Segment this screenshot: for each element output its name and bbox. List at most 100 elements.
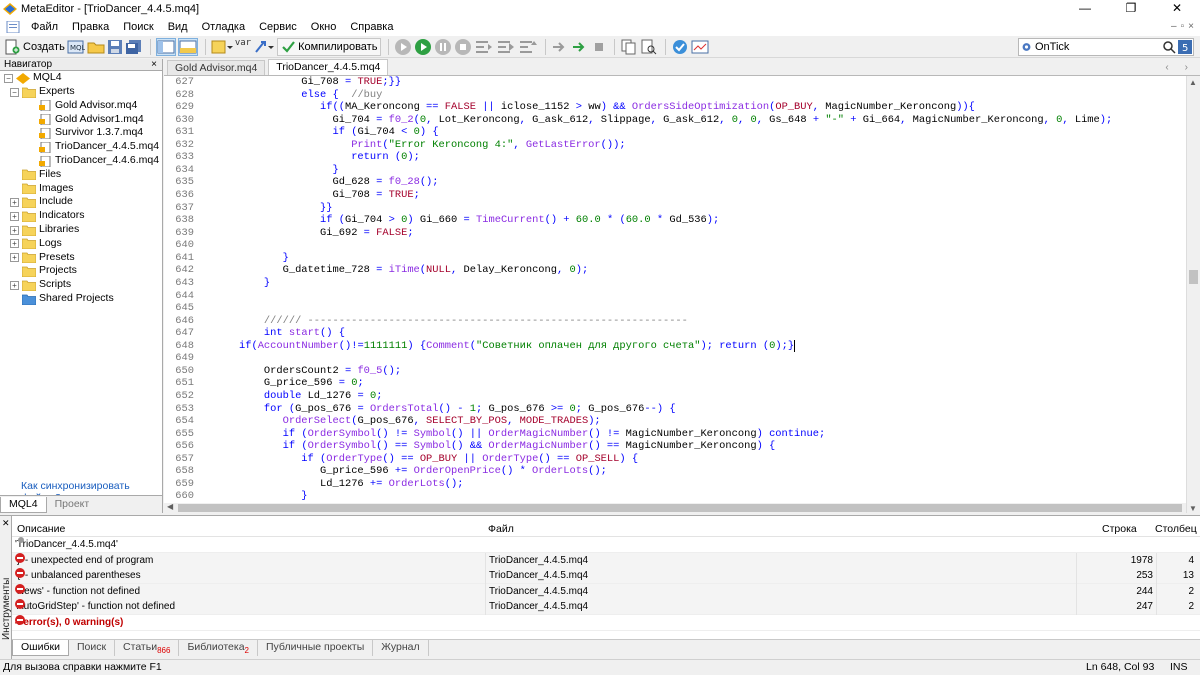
pause-button[interactable] — [434, 38, 452, 56]
code-line[interactable]: 630 Gi_704 = f0_2(0, Lot_Keroncong, G_as… — [164, 114, 1186, 127]
tab-mql4[interactable]: MQL4 — [0, 497, 47, 513]
expand-icon[interactable]: + — [10, 211, 19, 221]
code-line[interactable]: 627 Gi_708 = TRUE;}} — [164, 76, 1186, 89]
tree-folder-experts[interactable]: − Experts — [10, 85, 75, 99]
toolbox-toggle-button[interactable] — [177, 37, 198, 56]
code-line[interactable]: 628 else { //buy — [164, 89, 1186, 102]
toolbox-tab[interactable]: Статьи866 — [115, 640, 180, 656]
tree-file[interactable]: Gold Advisor1.mq4 — [38, 113, 144, 127]
tree-folder[interactable]: Shared Projects — [22, 292, 114, 306]
tree-file[interactable]: Survivor 1.3.7.mq4 — [38, 126, 143, 140]
expand-icon[interactable]: + — [10, 225, 19, 235]
code-line[interactable]: 656 if (OrderSymbol() == Symbol() && Ord… — [164, 440, 1186, 453]
run-history-button[interactable] — [551, 38, 569, 56]
code-line[interactable]: 635 Gd_628 = f0_28(); — [164, 176, 1186, 189]
toolbox-tab[interactable]: Поиск — [69, 640, 116, 656]
toolbox-tab[interactable]: Публичные проекты — [258, 640, 374, 656]
vertical-scrollbar[interactable]: ▲ ▼ — [1186, 76, 1200, 513]
menu-search[interactable]: Поиск — [116, 21, 160, 33]
col-line[interactable]: Строка — [1102, 521, 1137, 537]
menu-tools[interactable]: Сервис — [252, 21, 304, 33]
menu-window[interactable]: Окно — [304, 21, 344, 33]
code-line[interactable]: 658 G_price_596 += OrderOpenPrice() * Or… — [164, 465, 1186, 478]
styler-button[interactable] — [211, 38, 233, 56]
code-line[interactable]: 639 Gi_692 = FALSE; — [164, 227, 1186, 240]
compile-button[interactable]: Компилировать — [277, 37, 382, 56]
col-column[interactable]: Столбец — [1155, 521, 1197, 537]
error-row[interactable]: '}' - unexpected end of program TrioDance… — [12, 552, 1200, 569]
tree-folder[interactable]: Images — [22, 182, 73, 196]
var-button[interactable]: var — [235, 38, 251, 56]
run-real-button[interactable] — [571, 38, 589, 56]
code-line[interactable]: 653 for (G_pos_676 = OrdersTotal() - 1; … — [164, 403, 1186, 416]
save-button[interactable] — [107, 38, 123, 56]
code-line[interactable]: 631 if (Gi_704 < 0) { — [164, 126, 1186, 139]
menu-file[interactable]: Файл — [24, 21, 65, 33]
code-line[interactable]: 649 — [164, 352, 1186, 365]
tree-folder[interactable]: + Presets — [10, 251, 75, 265]
code-line[interactable]: 659 Ld_1276 += OrderLots(); — [164, 478, 1186, 491]
tabs-scroll-right-icon[interactable]: › — [1185, 62, 1188, 73]
code-line[interactable]: 648 if(AccountNumber()!=1111111) {Commen… — [164, 339, 1186, 353]
minimize-button[interactable]: — — [1062, 0, 1108, 17]
search-icon[interactable] — [1162, 40, 1176, 54]
tabs-scroll-left-icon[interactable]: ‹ — [1165, 62, 1168, 73]
gear-icon[interactable] — [1021, 40, 1032, 54]
menu-edit[interactable]: Правка — [65, 21, 116, 33]
collapse-icon[interactable]: − — [4, 73, 13, 83]
mdi-restore-icon[interactable]: ▫ — [1181, 21, 1185, 32]
scroll-up-icon[interactable]: ▲ — [1189, 78, 1197, 87]
stop-button[interactable] — [454, 38, 472, 56]
mdi-close-icon[interactable]: × — [1188, 21, 1194, 32]
maximize-button[interactable]: ❐ — [1108, 0, 1154, 17]
save-all-button[interactable] — [125, 38, 143, 56]
tree-folder[interactable]: Projects — [22, 264, 77, 278]
code-line[interactable]: 651 G_price_596 = 0; — [164, 377, 1186, 390]
start-debug-button[interactable] — [414, 38, 432, 56]
mql5-icon[interactable]: 5 — [1178, 39, 1192, 54]
col-description[interactable]: Описание — [17, 521, 65, 537]
code-line[interactable]: 641 } — [164, 252, 1186, 265]
stop-run-button[interactable] — [591, 38, 607, 56]
debug-step-button[interactable] — [394, 38, 412, 56]
step-out-button[interactable] — [518, 38, 538, 56]
code-line[interactable]: 646 ////// -----------------------------… — [164, 315, 1186, 328]
tab-gold-advisor[interactable]: Gold Advisor.mq4 — [167, 60, 266, 75]
code-line[interactable]: 650 OrdersCount2 = f0_5(); — [164, 365, 1186, 378]
menu-view[interactable]: Вид — [161, 21, 195, 33]
create-button[interactable]: Создать — [4, 38, 65, 56]
code-line[interactable]: 647 int start() { — [164, 327, 1186, 340]
menu-help[interactable]: Справка — [343, 21, 400, 33]
navigator-toggle-button[interactable] — [155, 37, 176, 56]
find-in-files-button[interactable] — [640, 38, 658, 56]
tree-folder[interactable]: + Include — [10, 195, 73, 209]
error-row[interactable]: 'AutoGridStep' - function not defined Tri… — [12, 599, 1200, 616]
tree-file[interactable]: Gold Advisor.mq4 — [38, 99, 137, 113]
expand-icon[interactable]: + — [10, 197, 19, 207]
open-button[interactable] — [87, 38, 105, 56]
tree-folder[interactable]: + Logs — [10, 237, 62, 251]
tree-file[interactable]: TrioDancer_4.4.5.mq4 — [38, 140, 159, 154]
toolbox-close-icon[interactable]: ✕ — [2, 518, 10, 529]
toolbox-tab[interactable]: Ошибки — [12, 640, 69, 656]
code-line[interactable]: 632 Print("Error Keroncong 4:", GetLastE… — [164, 139, 1186, 152]
code-line[interactable]: 655 if (OrderSymbol() != Symbol() || Ord… — [164, 428, 1186, 441]
expand-icon[interactable]: + — [10, 280, 19, 290]
collapse-icon[interactable]: − — [10, 87, 19, 97]
toolbox-tab[interactable]: Библиотека2 — [179, 640, 258, 656]
expand-icon[interactable]: + — [10, 253, 19, 263]
code-line[interactable]: 640 — [164, 239, 1186, 252]
summary-row[interactable]: 4 error(s), 0 warning(s) — [12, 615, 1200, 631]
tree-root-mql4[interactable]: − MQL4 — [4, 71, 62, 85]
mql5-storage-button[interactable] — [671, 38, 689, 56]
close-button[interactable]: ✕ — [1154, 0, 1200, 17]
tree-folder[interactable]: Files — [22, 168, 61, 182]
tree-folder[interactable]: + Libraries — [10, 223, 79, 237]
code-line[interactable]: 645 — [164, 302, 1186, 315]
insert-function-button[interactable] — [253, 38, 275, 56]
scroll-thumb[interactable] — [1189, 270, 1198, 284]
col-file[interactable]: Файл — [488, 521, 514, 537]
tree-folder[interactable]: + Scripts — [10, 278, 71, 292]
code-line[interactable]: 636 Gi_708 = TRUE; — [164, 189, 1186, 202]
mql-wizard-button[interactable]: MQL — [67, 38, 85, 56]
